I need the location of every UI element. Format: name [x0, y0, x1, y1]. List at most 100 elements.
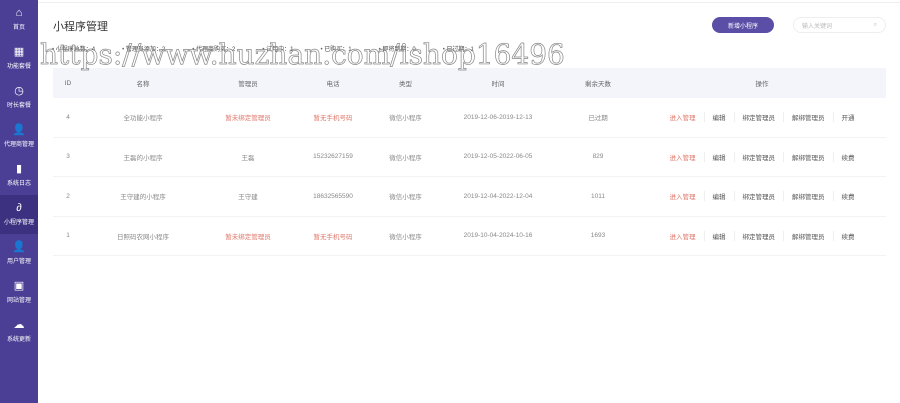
miniapp-icon: ∂ [16, 202, 22, 214]
cell-days: 1693 [590, 232, 606, 240]
cell-time: 2019-12-05-2022-06-05 [463, 153, 533, 161]
home-icon: ⌂ [15, 7, 23, 19]
stat-item: 试用中：1 [262, 44, 293, 53]
action-link[interactable]: 绑定管理员 [733, 151, 784, 162]
sidebar-item-agent[interactable]: 👤 代理商管理 [0, 117, 38, 156]
action-link[interactable]: 续费 [832, 191, 863, 202]
miniapp-table: ID 名称 管理员 电话 类型 时间 剩余天数 操作 4 全功能小程序 暂未绑定管理员 暂无手机号码微… [53, 68, 886, 256]
sidebar-item-user[interactable]: 👤 用户管理 [0, 234, 38, 273]
cell-id: 2 [66, 192, 70, 200]
column-header: 剩余天数 [585, 81, 611, 88]
table-row: 3 王磊的小程序 王磊 15232627159 微信小程序 2019-12-05-2022… [53, 138, 886, 177]
action-link[interactable]: 进入管理 [662, 112, 704, 122]
column-header: 类型 [399, 81, 412, 88]
sidebar-item-site[interactable]: ▣ 网站管理 [0, 273, 38, 312]
sidebar-item-label: 时长套餐 [6, 103, 31, 109]
table-header: ID 名称 管理员 电话 类型 时间 剩余天数 操作 [53, 68, 886, 98]
table-row: 4 全功能小程序 暂未绑定管理员 暂无手机号码 微信小程序 2019-12-06-2019… [53, 98, 886, 138]
cell-type: 微信小程序 [389, 233, 422, 241]
action-link[interactable]: 编辑 [703, 151, 734, 162]
search-placeholder: 输入关键词 [802, 23, 833, 30]
stat-item: 已购买：1 [321, 44, 351, 53]
cell-time: 2019-12-06-2019-12-13 [463, 113, 533, 121]
search-input[interactable]: 输入关键词 ⌕ [793, 17, 886, 33]
cell-name: 王守建的小程序 [120, 194, 166, 202]
cell-time: 2019-10-04-2024-10-16 [463, 232, 533, 240]
cell-phone: 18632565590 [313, 192, 353, 200]
sidebar-item-grid[interactable]: ▦ 功能套餐 [0, 39, 38, 78]
action-link[interactable]: 进入管理 [662, 152, 704, 162]
site-icon: ▣ [13, 280, 25, 292]
sidebar-item-miniapp[interactable]: ∂ 小程序管理 [0, 195, 38, 234]
sidebar-item-cloud[interactable]: ☁ 系统更新 [0, 312, 38, 351]
row-actions: 进入管理 编辑 绑定管理员 解绑管理员 续费 [638, 230, 886, 241]
action-link[interactable]: 解绑管理员 [783, 151, 833, 162]
column-header: 电话 [326, 81, 340, 88]
cell-name: 王磊的小程序 [123, 154, 163, 162]
stat-item: 小程序总数：4 [52, 44, 95, 53]
column-header: 操作 [755, 81, 769, 88]
cell-type: 微信小程序 [389, 115, 422, 123]
sidebar-item-label: 用户管理 [6, 259, 31, 265]
cell-admin: 王磊 [241, 154, 255, 162]
row-actions: 进入管理 编辑 绑定管理员 解绑管理员 续费 [638, 151, 886, 162]
stat-item: 管理员添加：2 [122, 44, 165, 53]
cell-name: 日照码农网小程序 [117, 233, 169, 241]
page-title: 小程序管理 [53, 21, 108, 33]
action-link[interactable]: 编辑 [703, 112, 734, 123]
sidebar-item-label: 代理商管理 [3, 142, 34, 148]
action-link[interactable]: 绑定管理员 [733, 191, 784, 202]
cell-days: 已过期 [588, 115, 608, 123]
action-link[interactable]: 解绑管理员 [783, 112, 833, 123]
action-link[interactable]: 编辑 [703, 230, 734, 241]
main-content: 小程序管理 新增小程序 输入关键词 ⌕ 小程序总数：4 管理员添加：2 代理商购买：… [38, 0, 900, 403]
sidebar-item-label: 功能套餐 [6, 64, 31, 70]
cell-id: 4 [66, 113, 70, 121]
column-header: ID [64, 79, 72, 87]
sidebar: ⌂ 首页 ▦ 功能套餐 ◷ 时长套餐 👤 代理商管理 ▮ 系统日志 ∂ 小程序管理 👤 用户管理 ▣ 网站管理… [0, 0, 38, 403]
cell-admin: 暂未绑定管理员 [225, 233, 271, 241]
action-link[interactable]: 解绑管理员 [783, 230, 833, 241]
action-link[interactable]: 编辑 [703, 191, 734, 202]
sidebar-item-label: 小程序管理 [3, 220, 34, 226]
action-link[interactable]: 进入管理 [662, 231, 704, 241]
sidebar-item-label: 首页 [12, 25, 25, 31]
action-link[interactable]: 绑定管理员 [733, 230, 784, 241]
cell-name: 全功能小程序 [123, 115, 163, 123]
agent-icon: 👤 [12, 124, 26, 136]
cell-type: 微信小程序 [389, 194, 422, 202]
column-header: 名称 [136, 81, 150, 88]
cell-days: 1011 [591, 192, 605, 200]
cell-phone: 15232627159 [313, 153, 353, 161]
table-row: 1 日照码农网小程序 暂未绑定管理员 暂无手机号码 微信小程序 2019-10-04-20… [53, 217, 886, 256]
action-link[interactable]: 续费 [832, 230, 863, 241]
cell-id: 3 [66, 153, 70, 161]
cell-admin: 暂未绑定管理员 [225, 115, 271, 123]
action-link[interactable]: 解绑管理员 [783, 191, 833, 202]
action-link[interactable]: 进入管理 [662, 191, 704, 201]
row-actions: 进入管理 编辑 绑定管理员 解绑管理员 续费 [638, 191, 886, 202]
book-icon: ▮ [15, 163, 23, 175]
stat-item: 已过期：1 [443, 44, 474, 53]
action-link[interactable]: 绑定管理员 [733, 112, 784, 123]
cell-phone: 暂无手机号码 [313, 233, 353, 241]
cell-phone: 暂无手机号码 [313, 115, 353, 123]
stats-bar: 小程序总数：4 管理员添加：2 代理商购买：2 试用中：1 已购买：1 即将到期：0 已过期… [52, 44, 474, 53]
cell-type: 微信小程序 [389, 154, 422, 162]
sidebar-item-label: 系统日志 [6, 181, 31, 187]
sidebar-item-label: 系统更新 [6, 337, 31, 343]
cell-time: 2019-12-04-2022-12-04 [463, 192, 533, 200]
add-miniapp-button[interactable]: 新增小程序 [712, 17, 774, 33]
user-icon: 👤 [12, 241, 26, 253]
sidebar-item-clock[interactable]: ◷ 时长套餐 [0, 78, 38, 117]
cell-days: 829 [592, 153, 604, 161]
grid-icon: ▦ [13, 46, 25, 58]
action-link[interactable]: 开通 [832, 112, 863, 123]
stat-item: 即将到期：0 [379, 44, 415, 53]
table-row: 2 王守建的小程序 王守建 18632565590 微信小程序 2019-12-04-20… [53, 177, 886, 217]
clock-icon: ◷ [14, 85, 24, 97]
sidebar-item-home[interactable]: ⌂ 首页 [0, 0, 38, 39]
sidebar-item-book[interactable]: ▮ 系统日志 [0, 156, 38, 195]
action-link[interactable]: 续费 [832, 151, 863, 162]
search-icon[interactable]: ⌕ [874, 22, 877, 29]
